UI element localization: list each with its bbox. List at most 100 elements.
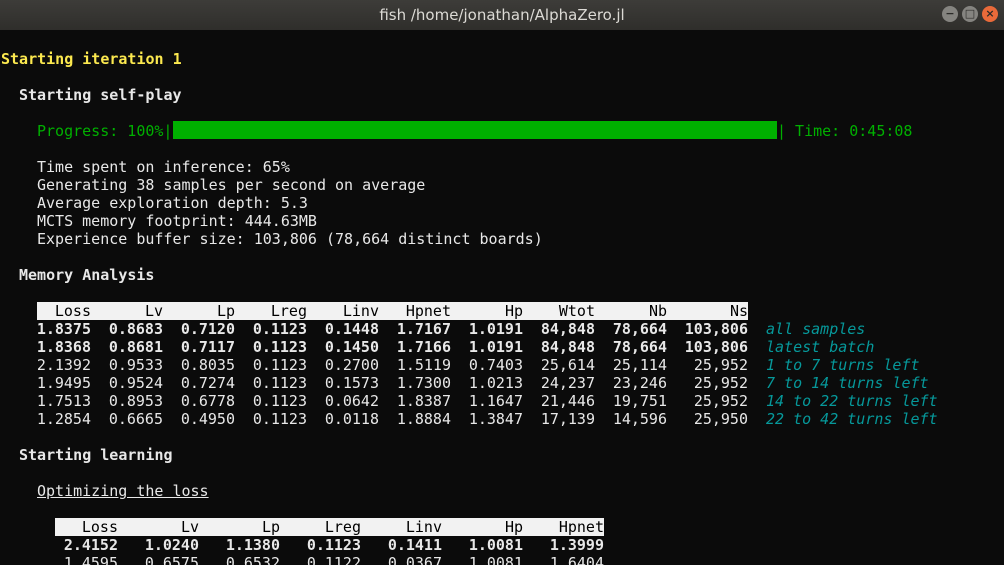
memory-table-cell: 25,614 <box>540 356 595 374</box>
memory-table-header: Ns <box>729 302 748 320</box>
memory-table-cell: 19,751 <box>612 392 667 410</box>
window-controls: − □ × <box>942 6 998 22</box>
loss-table-cell: 1.3999 <box>549 536 604 554</box>
memory-analysis-heading: Memory Analysis <box>19 266 155 284</box>
stat-line: MCTS memory footprint: 444.63MB <box>37 212 317 230</box>
memory-table-cell: 25,950 <box>693 410 748 428</box>
memory-table-cell: 103,806 <box>684 320 748 338</box>
memory-table-cell: 0.1573 <box>324 374 379 392</box>
memory-table-cell: 0.4950 <box>180 410 235 428</box>
memory-table-cell: 0.1448 <box>324 320 379 338</box>
memory-table-cell: 1.0191 <box>468 320 523 338</box>
memory-table-cell: 1.0213 <box>468 374 523 392</box>
stat-line: Time spent on inference: 65% <box>37 158 290 176</box>
loss-table-cell: 1.6404 <box>549 554 604 565</box>
loss-table-cell: 2.4152 <box>63 536 118 554</box>
memory-row-label: 14 to 22 turns left <box>766 392 938 410</box>
memory-table-cell: 0.7274 <box>180 374 235 392</box>
loss-table-cell: 1.4595 <box>63 554 118 565</box>
memory-table-cell: 84,848 <box>540 338 595 356</box>
memory-table-cell: 0.7117 <box>180 338 235 356</box>
memory-table-cell: 0.8953 <box>108 392 163 410</box>
progress-bar <box>173 121 777 139</box>
memory-table-cell: 25,952 <box>693 356 748 374</box>
memory-row-label: 22 to 42 turns left <box>766 410 938 428</box>
memory-table-cell: 0.7403 <box>468 356 523 374</box>
memory-table-cell: 24,237 <box>540 374 595 392</box>
selfplay-heading: Starting self-play <box>19 86 182 104</box>
memory-table-cell: 0.0118 <box>324 410 379 428</box>
progress-time: | Time: 0:45:08 <box>777 122 913 140</box>
memory-row-label: all samples <box>766 320 866 338</box>
memory-table-cell: 84,848 <box>540 320 595 338</box>
loss-table-cell: 0.6532 <box>225 554 280 565</box>
memory-table-cell: 1.2854 <box>36 410 91 428</box>
terminal-output[interactable]: Starting iteration 1 Starting self-play … <box>1 30 1004 565</box>
memory-table-cell: 0.1123 <box>252 374 307 392</box>
memory-table-header: Linv <box>342 302 379 320</box>
loss-table-cell: 0.0367 <box>387 554 442 565</box>
memory-table-header: Loss <box>54 302 91 320</box>
memory-table-cell: 0.0642 <box>324 392 379 410</box>
stat-line: Generating 38 samples per second on aver… <box>37 176 426 194</box>
loss-table-header: Lreg <box>324 518 361 536</box>
memory-table-cell: 25,114 <box>612 356 667 374</box>
memory-table-cell: 1.8375 <box>36 320 91 338</box>
memory-table-cell: 0.1123 <box>252 320 307 338</box>
memory-table-cell: 1.8884 <box>396 410 451 428</box>
memory-row-label: 1 to 7 turns left <box>766 356 920 374</box>
memory-table-header: Nb <box>648 302 667 320</box>
memory-table-cell: 0.6778 <box>180 392 235 410</box>
memory-table-cell: 0.1450 <box>324 338 379 356</box>
memory-table-cell: 1.7513 <box>36 392 91 410</box>
maximize-icon[interactable]: □ <box>962 6 978 22</box>
memory-table-cell: 1.0191 <box>468 338 523 356</box>
memory-table-header: Hp <box>504 302 523 320</box>
close-icon[interactable]: × <box>982 6 998 22</box>
loss-table-cell: 1.1380 <box>225 536 280 554</box>
memory-table-cell: 0.8035 <box>180 356 235 374</box>
memory-table-cell: 1.8368 <box>36 338 91 356</box>
memory-table-cell: 78,664 <box>612 338 667 356</box>
memory-table-cell: 1.7167 <box>396 320 451 338</box>
memory-table-header: Lv <box>144 302 163 320</box>
learning-heading: Starting learning <box>19 446 173 464</box>
memory-table-cell: 103,806 <box>684 338 748 356</box>
stat-line: Average exploration depth: 5.3 <box>37 194 308 212</box>
optimizing-label: Optimizing the loss <box>37 482 209 500</box>
memory-table-cell: 1.8387 <box>396 392 451 410</box>
memory-table-cell: 17,139 <box>540 410 595 428</box>
memory-table-cell: 0.6665 <box>108 410 163 428</box>
memory-table-cell: 2.1392 <box>36 356 91 374</box>
memory-table-cell: 0.1123 <box>252 338 307 356</box>
loss-table-cell: 0.6575 <box>144 554 199 565</box>
minimize-icon[interactable]: − <box>942 6 958 22</box>
memory-table-cell: 0.1123 <box>252 410 307 428</box>
memory-table-cell: 14,596 <box>612 410 667 428</box>
memory-table-cell: 0.1123 <box>252 392 307 410</box>
memory-table-cell: 1.1647 <box>468 392 523 410</box>
loss-table-cell: 1.0081 <box>468 536 523 554</box>
progress-label: Progress: 100%| <box>37 122 173 140</box>
memory-row-label: 7 to 14 turns left <box>766 374 929 392</box>
memory-table-cell: 25,952 <box>693 392 748 410</box>
memory-table-cell: 0.8683 <box>108 320 163 338</box>
loss-table-header: Loss <box>81 518 118 536</box>
memory-table-header-bg <box>37 302 748 320</box>
loss-table-header: Hp <box>504 518 523 536</box>
memory-table-cell: 78,664 <box>612 320 667 338</box>
loss-table-header: Hpnet <box>558 518 604 536</box>
loss-table-cell: 1.0240 <box>144 536 199 554</box>
memory-table-cell: 25,952 <box>693 374 748 392</box>
memory-table-cell: 0.7120 <box>180 320 235 338</box>
memory-table-cell: 1.7166 <box>396 338 451 356</box>
memory-table-cell: 21,446 <box>540 392 595 410</box>
memory-table-cell: 1.3847 <box>468 410 523 428</box>
memory-table-cell: 0.9524 <box>108 374 163 392</box>
loss-table-cell: 0.1123 <box>306 536 361 554</box>
terminal-window: fish /home/jonathan/AlphaZero.jl − □ × S… <box>0 0 1004 565</box>
loss-table-cell: 0.1122 <box>306 554 361 565</box>
loss-table-cell: 1.0081 <box>468 554 523 565</box>
title-bar[interactable]: fish /home/jonathan/AlphaZero.jl − □ × <box>0 0 1004 30</box>
window-title: fish /home/jonathan/AlphaZero.jl <box>379 6 625 24</box>
